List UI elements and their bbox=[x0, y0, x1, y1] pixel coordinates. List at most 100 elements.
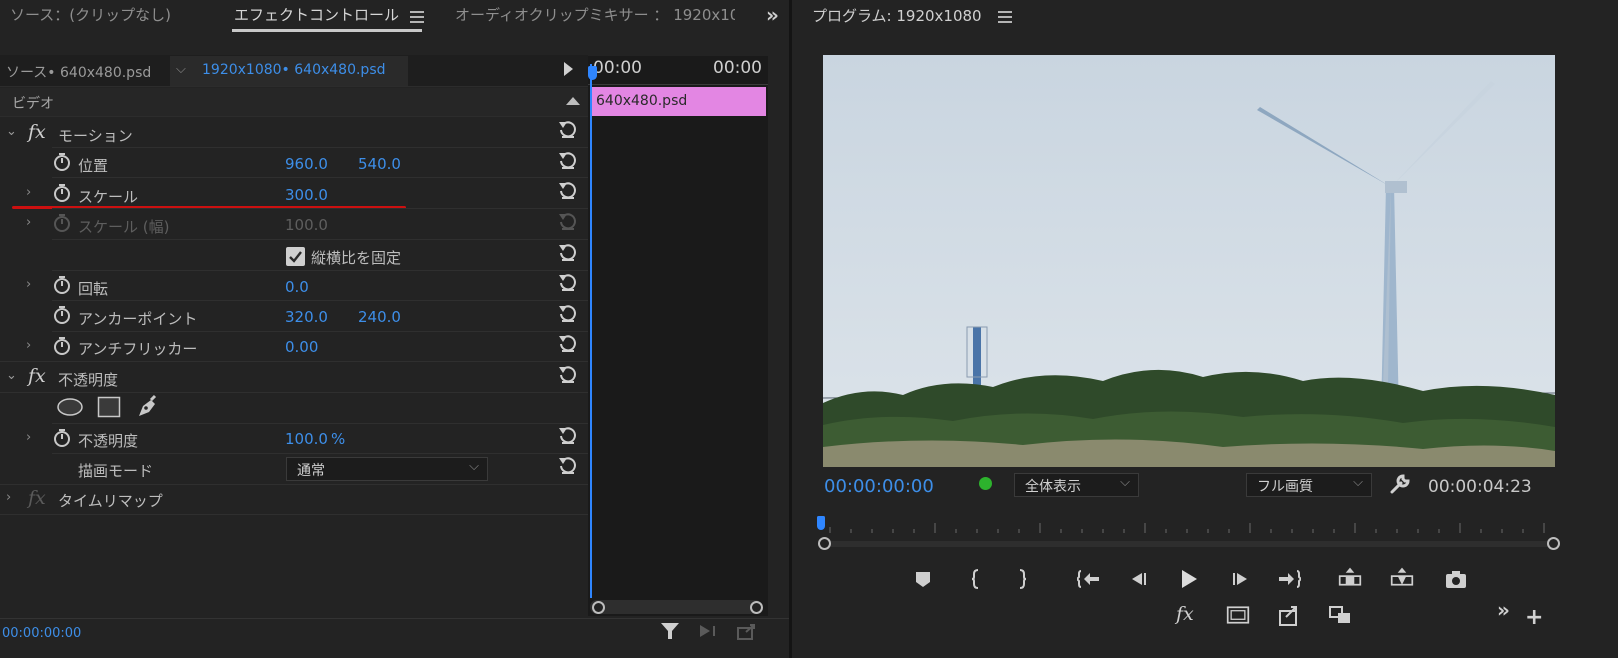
overlay-icon[interactable] bbox=[1278, 603, 1302, 627]
row-divider bbox=[52, 300, 588, 301]
scale-value[interactable]: 300.0 bbox=[285, 186, 328, 204]
extract-icon[interactable] bbox=[1390, 565, 1414, 589]
program-monitor-title[interactable]: プログラム: 1920x1080 bbox=[812, 5, 982, 26]
opacity-value[interactable]: 100.0 bbox=[285, 430, 328, 448]
reset-icon[interactable] bbox=[556, 119, 580, 141]
timeline-clip[interactable]: 640x480.psd bbox=[591, 87, 766, 116]
timeline-zoom-scrollbar[interactable] bbox=[590, 600, 762, 614]
sequence-clip-selector[interactable]: ⌵ 1920x1080• 640x480.psd bbox=[170, 56, 408, 86]
playback-quality-select[interactable]: フル画質 ⌵ bbox=[1246, 473, 1372, 497]
row-divider bbox=[52, 453, 588, 454]
tab-audio-clip-mixer[interactable]: オーディオクリップミキサー ： 1920x108 bbox=[455, 0, 735, 32]
chevron-right-icon[interactable]: › bbox=[26, 338, 31, 353]
safe-margins-icon[interactable] bbox=[1226, 603, 1250, 627]
mark-in-icon[interactable] bbox=[964, 567, 988, 591]
rotation-value[interactable]: 0.0 bbox=[285, 278, 309, 296]
reset-icon[interactable] bbox=[556, 242, 580, 264]
position-y-value[interactable]: 540.0 bbox=[358, 155, 401, 173]
uniform-scale-checkbox[interactable] bbox=[286, 247, 305, 266]
fx-icon[interactable]: fx bbox=[1176, 603, 1194, 625]
fx-toggle-time-remap[interactable]: fx bbox=[28, 487, 46, 509]
mini-timeline[interactable] bbox=[588, 56, 768, 616]
overflow-icon[interactable]: » bbox=[1497, 598, 1510, 622]
play-audio-icon[interactable] bbox=[698, 623, 720, 639]
row-divider bbox=[52, 147, 588, 148]
fx-toggle-motion[interactable]: fx bbox=[28, 121, 46, 143]
reset-icon[interactable] bbox=[556, 272, 580, 294]
chevron-down-icon: ⌵ bbox=[1120, 475, 1130, 490]
stopwatch-icon[interactable] bbox=[52, 183, 72, 203]
export-icon[interactable] bbox=[736, 622, 758, 640]
chevron-right-icon[interactable]: › bbox=[26, 185, 31, 200]
chevron-right-icon[interactable]: › bbox=[26, 277, 31, 292]
row-divider bbox=[52, 208, 588, 209]
property-label-scale-width: スケール (幅) bbox=[78, 218, 170, 236]
tab-source[interactable]: ソース：(クリップなし) bbox=[10, 0, 171, 32]
wrench-icon[interactable] bbox=[1389, 473, 1411, 495]
time-ruler-ticks[interactable] bbox=[816, 515, 1562, 555]
property-label-scale: スケール bbox=[78, 188, 139, 206]
stopwatch-icon[interactable] bbox=[52, 428, 72, 448]
stopwatch-icon[interactable] bbox=[52, 152, 72, 172]
reset-icon[interactable] bbox=[556, 455, 580, 477]
program-playhead[interactable] bbox=[817, 516, 825, 530]
effect-controls-timecode[interactable]: 00:00:00:00 bbox=[2, 626, 81, 641]
reset-icon bbox=[559, 213, 576, 230]
chevron-right-icon[interactable]: › bbox=[26, 430, 31, 445]
stopwatch-icon[interactable] bbox=[52, 275, 72, 295]
pen-mask-icon[interactable] bbox=[135, 394, 161, 420]
reset-icon[interactable] bbox=[556, 150, 580, 172]
playhead[interactable] bbox=[590, 64, 592, 598]
row-divider bbox=[52, 239, 588, 240]
stopwatch-icon[interactable] bbox=[52, 305, 72, 325]
property-label-rotation: 回転 bbox=[78, 280, 109, 298]
play-icon[interactable] bbox=[1176, 567, 1200, 591]
reset-icon[interactable] bbox=[556, 425, 580, 447]
reset-icon[interactable] bbox=[556, 333, 580, 355]
rectangle-mask-icon[interactable] bbox=[97, 396, 121, 418]
ellipse-mask-icon[interactable] bbox=[56, 397, 84, 417]
active-tab-indicator bbox=[232, 29, 422, 32]
lift-icon[interactable] bbox=[1338, 565, 1362, 589]
chevron-down-icon[interactable]: ⌄ bbox=[6, 124, 17, 139]
show-timeline-icon[interactable] bbox=[564, 62, 573, 76]
zoom-handle-left[interactable] bbox=[818, 537, 831, 550]
step-forward-icon[interactable] bbox=[1229, 567, 1253, 591]
tab-effect-controls[interactable]: エフェクトコントロール bbox=[234, 0, 399, 32]
panel-menu-icon[interactable] bbox=[410, 11, 424, 23]
zoom-level-select[interactable]: 全体表示 ⌵ bbox=[1014, 473, 1139, 497]
add-button-icon[interactable]: + bbox=[1525, 605, 1543, 630]
filter-icon[interactable] bbox=[660, 622, 680, 640]
go-to-in-icon[interactable] bbox=[1077, 567, 1101, 591]
anchor-x-value[interactable]: 320.0 bbox=[285, 308, 328, 326]
stopwatch-icon[interactable] bbox=[52, 336, 72, 356]
compare-view-icon[interactable] bbox=[1328, 603, 1352, 627]
scrollbar-handle-left[interactable] bbox=[592, 601, 605, 614]
chevron-right-icon[interactable]: › bbox=[6, 490, 11, 505]
mark-out-icon[interactable] bbox=[1010, 567, 1034, 591]
reset-icon[interactable] bbox=[556, 303, 580, 325]
reset-icon[interactable] bbox=[556, 180, 580, 202]
panel-menu-icon[interactable] bbox=[998, 11, 1012, 23]
export-frame-icon[interactable] bbox=[1444, 567, 1468, 591]
reset-icon[interactable] bbox=[556, 364, 580, 386]
program-video-frame[interactable] bbox=[823, 55, 1555, 467]
row-divider bbox=[0, 392, 588, 393]
zoom-handle-right[interactable] bbox=[1547, 537, 1560, 550]
scrollbar-handle-right[interactable] bbox=[750, 601, 763, 614]
sequence-clip-label: 1920x1080• 640x480.psd bbox=[202, 62, 386, 78]
antiflicker-value[interactable]: 0.00 bbox=[285, 338, 318, 356]
blend-mode-select[interactable]: 通常 ⌵ bbox=[286, 457, 488, 481]
add-marker-icon[interactable] bbox=[911, 567, 935, 591]
current-timecode[interactable]: 00:00:00:00 bbox=[824, 476, 934, 497]
chevron-down-icon: ⌵ bbox=[176, 62, 186, 77]
panel-overflow-icon[interactable]: » bbox=[766, 3, 779, 27]
go-to-out-icon[interactable] bbox=[1277, 567, 1301, 591]
step-back-icon[interactable] bbox=[1126, 567, 1150, 591]
chevron-down-icon[interactable]: ⌄ bbox=[6, 368, 17, 383]
fx-toggle-opacity[interactable]: fx bbox=[28, 365, 46, 387]
collapse-section-icon[interactable] bbox=[566, 97, 580, 105]
anchor-y-value[interactable]: 240.0 bbox=[358, 308, 401, 326]
position-x-value[interactable]: 960.0 bbox=[285, 155, 328, 173]
playhead-handle[interactable] bbox=[588, 66, 597, 80]
